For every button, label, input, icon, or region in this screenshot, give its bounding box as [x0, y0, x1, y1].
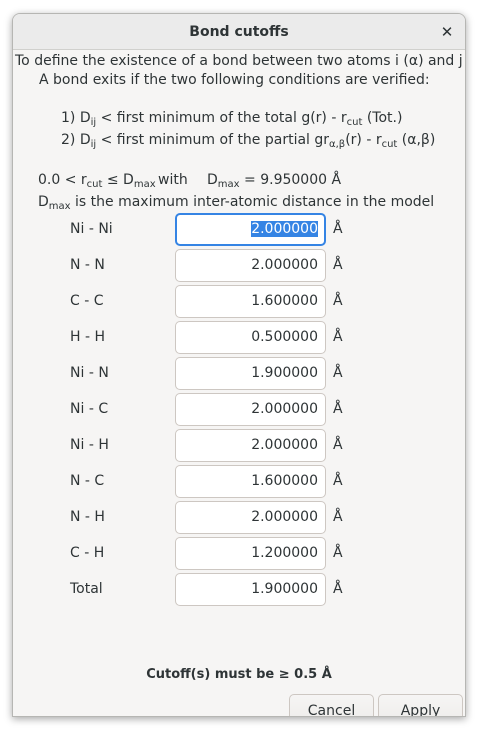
cutoff-value: 1.600000 [251, 473, 318, 489]
cutoff-value: 2.000000 [251, 221, 318, 237]
bond-cutoffs-dialog: Bond cutoffs ✕ To define the existence o… [12, 13, 466, 717]
cutoff-value: 1.900000 [251, 365, 318, 381]
unit-label: Å [333, 473, 343, 489]
intro-line-1: To define the existence of a bond betwee… [15, 53, 466, 69]
range-with: with [158, 172, 188, 188]
cutoff-input[interactable]: 1.200000 [175, 537, 326, 570]
cutoff-value: 2.000000 [251, 401, 318, 417]
dmax-value: Dmax = 9.950000 Å [207, 172, 342, 190]
unit-label: Å [333, 221, 343, 237]
cutoff-input[interactable]: 1.900000 [175, 573, 326, 606]
dmax-description: Dmax is the maximum inter-atomic distanc… [38, 194, 435, 212]
cutoff-warning: Cutoff(s) must be ≥ 0.5 Å [146, 667, 332, 682]
intro-line-2: A bond exits if the two following condit… [39, 72, 430, 88]
unit-label: Å [333, 365, 343, 381]
titlebar: Bond cutoffs ✕ [13, 14, 465, 50]
cutoff-input[interactable]: 2.000000 [175, 393, 326, 426]
unit-label: Å [333, 437, 343, 453]
cutoff-value: 2.000000 [251, 437, 318, 453]
unit-label: Å [333, 329, 343, 345]
cutoff-input[interactable]: 2.000000 [175, 429, 326, 462]
row-label: Ni - H [70, 437, 109, 453]
dialog-content: To define the existence of a bond betwee… [13, 50, 465, 716]
row-label: Ni - Ni [70, 221, 113, 237]
cutoff-value: 2.000000 [251, 509, 318, 525]
cutoff-value: 0.500000 [251, 329, 318, 345]
row-label: N - C [70, 473, 105, 489]
unit-label: Å [333, 581, 343, 597]
row-label: N - N [70, 257, 105, 273]
cancel-button[interactable]: Cancel [289, 694, 374, 716]
cutoff-value: 1.900000 [251, 581, 318, 597]
cutoff-input[interactable]: 2.000000 [175, 501, 326, 534]
unit-label: Å [333, 257, 343, 273]
row-label: N - H [70, 509, 105, 525]
row-label: C - H [70, 545, 105, 561]
cutoff-value: 1.200000 [251, 545, 318, 561]
cutoff-input[interactable]: 1.600000 [175, 465, 326, 498]
cutoff-range: 0.0 < rcut ≤ Dmax [38, 172, 156, 190]
unit-label: Å [333, 401, 343, 417]
row-label: C - C [70, 293, 104, 309]
row-label: H - H [70, 329, 106, 345]
row-label: Ni - C [70, 401, 109, 417]
unit-label: Å [333, 509, 343, 525]
unit-label: Å [333, 545, 343, 561]
cutoff-input[interactable]: 2.000000 [175, 213, 326, 246]
condition-1: 1) Dij < first minimum of the total g(r)… [61, 110, 403, 128]
cutoff-value: 2.000000 [251, 257, 318, 273]
dialog-title: Bond cutoffs [189, 24, 289, 40]
row-label: Total [70, 581, 103, 597]
close-icon: ✕ [440, 23, 454, 41]
row-label: Ni - N [70, 365, 109, 381]
close-button[interactable]: ✕ [435, 20, 459, 44]
cutoff-input[interactable]: 2.000000 [175, 249, 326, 282]
condition-2: 2) Dij < first minimum of the partial gr… [61, 132, 436, 150]
apply-button[interactable]: Apply [378, 694, 463, 716]
cutoff-input[interactable]: 1.900000 [175, 357, 326, 390]
cutoff-input[interactable]: 1.600000 [175, 285, 326, 318]
cutoff-value: 1.600000 [251, 293, 318, 309]
unit-label: Å [333, 293, 343, 309]
cutoff-input[interactable]: 0.500000 [175, 321, 326, 354]
